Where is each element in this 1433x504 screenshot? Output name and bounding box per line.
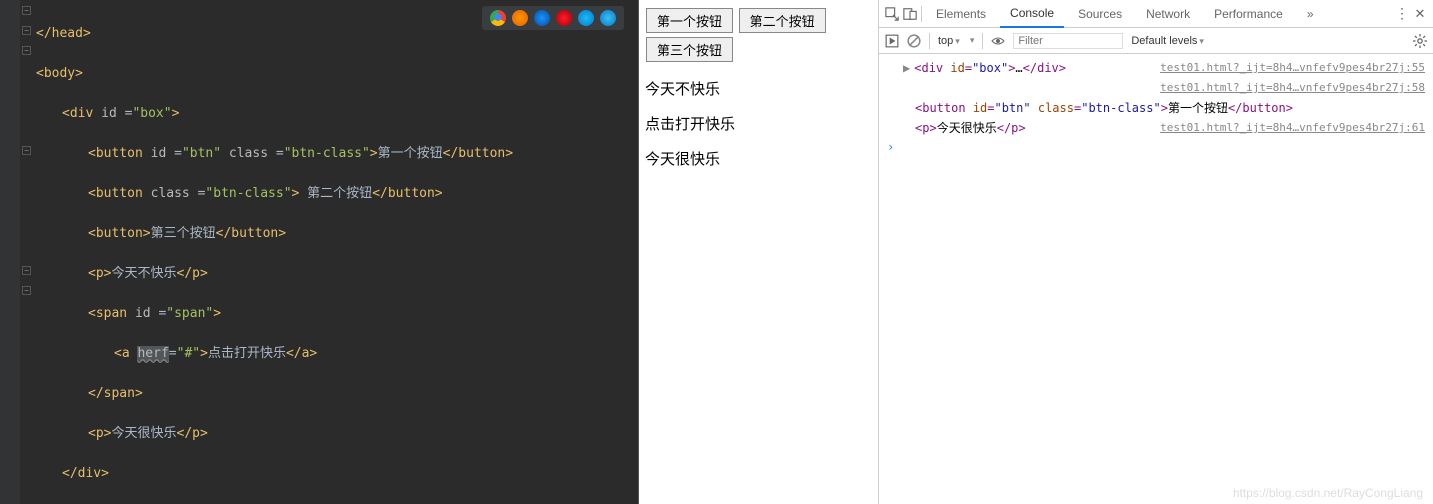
- code-editor-pane: − − − − − − </head> <body> <div id ="box…: [0, 0, 638, 504]
- tab-sources[interactable]: Sources: [1068, 1, 1132, 27]
- filter-input[interactable]: [1013, 33, 1123, 49]
- code-text: 第二个按钮: [307, 186, 372, 201]
- context-selector[interactable]: top: [938, 35, 960, 47]
- devtools-pane: Elements Console Sources Network Perform…: [878, 0, 1433, 504]
- fold-marker[interactable]: −: [22, 286, 31, 295]
- fold-marker[interactable]: −: [22, 146, 31, 155]
- code-text: 今天很快乐: [111, 426, 176, 441]
- play-icon[interactable]: [885, 34, 899, 48]
- devtools-tabbar: Elements Console Sources Network Perform…: [879, 0, 1433, 28]
- browser-preview-pane: 第一个按钮 第二个按钮 第三个按钮 今天不快乐 点击打开快乐 今天很快乐: [638, 0, 878, 504]
- expand-arrow-icon[interactable]: ▶: [903, 61, 910, 75]
- more-icon[interactable]: ⋮: [1395, 7, 1409, 21]
- console-log-row[interactable]: ▶<div id="box">…</div> test01.html?_ijt=…: [879, 58, 1433, 78]
- watermark-text: https://blog.csdn.net/RayCongLiang: [1233, 486, 1423, 500]
- fold-column: [20, 0, 34, 504]
- clear-icon[interactable]: [907, 34, 921, 48]
- console-output: ▶<div id="box">…</div> test01.html?_ijt=…: [879, 54, 1433, 160]
- source-link[interactable]: test01.html?_ijt=8h4…vnfefv9pes4br27j:61: [1160, 119, 1425, 137]
- tab-performance[interactable]: Performance: [1204, 1, 1293, 27]
- fold-marker[interactable]: −: [22, 6, 31, 15]
- console-log-row[interactable]: test01.html?_ijt=8h4…vnfefv9pes4br27j:58: [879, 78, 1433, 98]
- preview-button-1[interactable]: 第一个按钮: [646, 8, 733, 33]
- chrome-icon[interactable]: [490, 10, 506, 26]
- tab-console[interactable]: Console: [1000, 0, 1064, 28]
- editor-gutter: [0, 0, 20, 504]
- browser-preview-toolbar: [482, 6, 624, 30]
- inspect-icon[interactable]: [885, 7, 899, 21]
- code-text: 今天不快乐: [111, 266, 176, 281]
- code-text: <body>: [36, 66, 83, 81]
- firefox-icon[interactable]: [512, 10, 528, 26]
- log-levels-selector[interactable]: Default levels: [1131, 35, 1204, 47]
- preview-link[interactable]: 点击打开快乐: [645, 116, 735, 133]
- close-icon[interactable]: ✕: [1413, 7, 1427, 21]
- console-text: 第一个按钮: [1168, 101, 1228, 115]
- preview-button-2[interactable]: 第二个按钮: [739, 8, 826, 33]
- device-icon[interactable]: [903, 7, 917, 21]
- source-link[interactable]: test01.html?_ijt=8h4…vnfefv9pes4br27j:58: [1160, 79, 1425, 97]
- ie-icon[interactable]: [578, 10, 594, 26]
- tabs-overflow[interactable]: »: [1297, 1, 1324, 27]
- code-text: 点击打开快乐: [208, 346, 286, 361]
- console-log-row[interactable]: <button id="btn" class="btn-class">第一个按钮…: [879, 98, 1433, 118]
- preview-paragraph-1: 今天不快乐: [645, 78, 872, 99]
- code-text: 第三个按钮: [151, 226, 216, 241]
- code-content[interactable]: </head> <body> <div id ="box"> <button i…: [0, 0, 638, 504]
- preview-paragraph-2: 今天很快乐: [645, 148, 872, 169]
- tab-network[interactable]: Network: [1136, 1, 1200, 27]
- source-link[interactable]: test01.html?_ijt=8h4…vnfefv9pes4br27j:55: [1160, 59, 1425, 77]
- opera-icon[interactable]: [556, 10, 572, 26]
- safari-icon[interactable]: [534, 10, 550, 26]
- preview-button-3[interactable]: 第三个按钮: [646, 37, 733, 62]
- code-text: 第一个按钮: [378, 146, 443, 161]
- code-text: </head>: [36, 26, 91, 41]
- console-toolbar: top Default levels: [879, 28, 1433, 54]
- console-log-row[interactable]: <p>今天很快乐</p> test01.html?_ijt=8h4…vnfefv…: [879, 118, 1433, 138]
- eye-icon[interactable]: [991, 34, 1005, 48]
- fold-marker[interactable]: −: [22, 266, 31, 275]
- console-prompt[interactable]: ›: [879, 138, 1433, 156]
- fold-marker[interactable]: −: [22, 26, 31, 35]
- settings-icon[interactable]: [1413, 34, 1427, 48]
- tab-elements[interactable]: Elements: [926, 1, 996, 27]
- console-text: 今天很快乐: [937, 121, 997, 135]
- fold-marker[interactable]: −: [22, 46, 31, 55]
- edge-icon[interactable]: [600, 10, 616, 26]
